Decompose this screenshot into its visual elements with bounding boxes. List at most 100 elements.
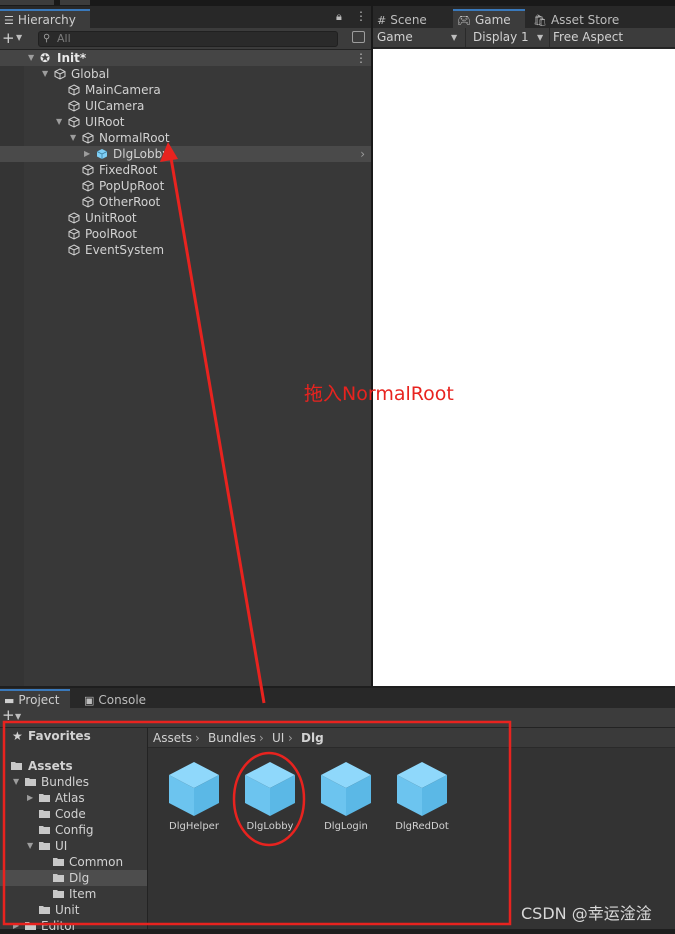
hierarchy-item-uiroot[interactable]: ▼ UIRoot <box>0 114 371 130</box>
chevron-down-icon[interactable]: ▼ <box>16 33 22 42</box>
hierarchy-item-dlglobby[interactable]: ▶ DlgLobby › <box>0 146 371 162</box>
folder-common[interactable]: Common <box>0 854 147 870</box>
aspect-dropdown[interactable]: Free Aspect <box>553 28 623 47</box>
breadcrumb-dlg[interactable]: Dlg <box>301 728 324 748</box>
gameobject-icon <box>68 116 80 128</box>
hierarchy-item-popuproot[interactable]: PopUpRoot <box>0 178 371 194</box>
expand-arrow-icon[interactable]: ▶ <box>84 146 90 162</box>
expand-arrow-icon[interactable]: ▼ <box>28 50 34 66</box>
project-tabbar: ▬ Project ▣ Console <box>0 688 675 708</box>
watermark: CSDN @幸运淦淦 <box>521 904 652 923</box>
tab-game[interactable]: 🎮︎ Game <box>453 9 525 28</box>
star-icon: ★ <box>12 729 23 743</box>
assets-folder[interactable]: Assets <box>0 758 147 774</box>
hierarchy-item-uicamera[interactable]: UICamera <box>0 98 371 114</box>
game-viewport[interactable] <box>373 49 675 686</box>
lock-icon[interactable]: 🔒︎ <box>336 10 342 24</box>
gameobject-icon <box>82 132 94 144</box>
gameobject-icon <box>82 196 94 208</box>
expand-arrow-icon[interactable]: ▼ <box>70 130 76 146</box>
folder-dlg[interactable]: Dlg <box>0 870 147 886</box>
hierarchy-panel: ☰ Hierarchy 🔒︎ ⋮ + ▼ ⚲ All ▼ ✪ Init* ⋮ ▼ … <box>0 6 371 686</box>
project-panel: ▬ Project ▣ Console + ▼ ★ Favorites Assets… <box>0 688 675 933</box>
add-icon[interactable]: + <box>2 706 15 724</box>
folder-code[interactable]: Code <box>0 806 147 822</box>
display-dropdown[interactable]: Display 1 <box>473 28 529 47</box>
expand-arrow-icon[interactable]: ▼ <box>13 774 19 790</box>
game-mode-dropdown[interactable]: Game <box>377 28 413 47</box>
expand-arrow-icon[interactable]: ▶ <box>13 918 19 934</box>
hierarchy-item-poolroot[interactable]: PoolRoot <box>0 226 371 242</box>
search-icon: ⚲ <box>43 33 51 44</box>
folder-unit[interactable]: Unit <box>0 902 147 918</box>
asset-dlglogin[interactable]: DlgLogin <box>306 760 386 832</box>
gameobject-icon <box>68 228 80 240</box>
gameobject-icon <box>68 244 80 256</box>
prefab-icon <box>397 762 447 816</box>
hierarchy-tabbar: ☰ Hierarchy 🔒︎ ⋮ <box>0 6 371 28</box>
expand-arrow-icon[interactable]: ▼ <box>42 66 48 82</box>
folder-icon <box>53 858 64 866</box>
folder-icon <box>39 826 50 834</box>
gameobject-icon <box>68 100 80 112</box>
asset-dlghelper[interactable]: DlgHelper <box>154 760 234 832</box>
hierarchy-item-maincamera[interactable]: MainCamera <box>0 82 371 98</box>
asset-dlgreddot[interactable]: DlgRedDot <box>382 760 462 832</box>
asset-dlglobby[interactable]: DlgLobby <box>230 760 310 832</box>
gameobject-icon <box>68 212 80 224</box>
breadcrumb-assets[interactable]: Assets <box>153 728 192 748</box>
folder-ui[interactable]: ▼ UI <box>0 838 147 854</box>
tab-console[interactable]: ▣ Console <box>80 689 160 708</box>
prefab-icon <box>169 762 219 816</box>
scene-filter-icon[interactable] <box>352 31 365 43</box>
folder-icon <box>39 794 50 802</box>
scene-row[interactable]: ▼ ✪ Init* ⋮ <box>0 50 371 66</box>
game-panel: # Scene 🎮︎ Game 🛍︎ Asset Store Game ▼ Displ… <box>373 6 675 686</box>
hierarchy-item-fixedroot[interactable]: FixedRoot <box>0 162 371 178</box>
expand-arrow-icon[interactable]: ▼ <box>27 838 33 854</box>
folder-open-icon <box>11 762 22 770</box>
hierarchy-item-global[interactable]: ▼ Global <box>0 66 371 82</box>
add-icon[interactable]: + <box>2 29 15 47</box>
tab-hierarchy[interactable]: ☰ Hierarchy <box>0 9 90 28</box>
folder-icon <box>39 906 50 914</box>
hierarchy-item-unitroot[interactable]: UnitRoot <box>0 210 371 226</box>
favorites-item[interactable]: ★ Favorites <box>0 728 147 744</box>
folder-editor[interactable]: ▶ Editor <box>0 918 147 934</box>
folder-icon <box>25 922 36 930</box>
folder-atlas[interactable]: ▶ Atlas <box>0 790 147 806</box>
project-asset-grid: Assets › Bundles › UI › Dlg DlgHelper Dl… <box>148 728 675 929</box>
chevron-down-icon[interactable]: ▼ <box>537 28 543 47</box>
folder-config[interactable]: Config <box>0 822 147 838</box>
menu-dots-icon[interactable]: ⋮ <box>355 50 367 66</box>
drag-instruction-label: 拖入NormalRoot <box>304 383 454 405</box>
hierarchy-tree: ▼ ✪ Init* ⋮ ▼ Global MainCamera UICamera… <box>0 50 371 686</box>
gameobject-icon <box>82 164 94 176</box>
folder-open-icon <box>39 842 50 850</box>
unity-icon: ✪ <box>40 51 51 65</box>
project-toolbar: + ▼ <box>0 706 675 728</box>
folder-bundles[interactable]: ▼ Bundles <box>0 774 147 790</box>
gameobject-icon <box>54 68 66 80</box>
hierarchy-item-otherroot[interactable]: OtherRoot <box>0 194 371 210</box>
search-input[interactable]: ⚲ All <box>38 31 338 47</box>
expand-arrow-icon[interactable]: ▶ <box>27 790 33 806</box>
hierarchy-toolbar: + ▼ ⚲ All <box>0 28 371 50</box>
expand-arrow-icon[interactable]: ▼ <box>56 114 62 130</box>
tab-asset-store[interactable]: 🛍︎ Asset Store <box>529 9 641 28</box>
chevron-right-icon[interactable]: › <box>360 146 365 162</box>
breadcrumb-ui[interactable]: UI <box>272 728 284 748</box>
hierarchy-item-normalroot[interactable]: ▼ NormalRoot <box>0 130 371 146</box>
chevron-down-icon[interactable]: ▼ <box>15 712 21 721</box>
breadcrumb-bundles[interactable]: Bundles <box>208 728 256 748</box>
folder-item[interactable]: Item <box>0 886 147 902</box>
chevron-down-icon[interactable]: ▼ <box>451 28 457 47</box>
separator <box>549 28 550 47</box>
tab-scene[interactable]: # Scene <box>373 9 451 28</box>
game-toolbar: Game ▼ Display 1 ▼ Free Aspect <box>373 28 675 48</box>
hierarchy-item-eventsystem[interactable]: EventSystem <box>0 242 371 258</box>
prefab-icon <box>321 762 371 816</box>
menu-dots-icon[interactable]: ⋮ <box>355 9 367 23</box>
gameobject-icon <box>68 84 80 96</box>
folder-icon <box>53 874 64 882</box>
